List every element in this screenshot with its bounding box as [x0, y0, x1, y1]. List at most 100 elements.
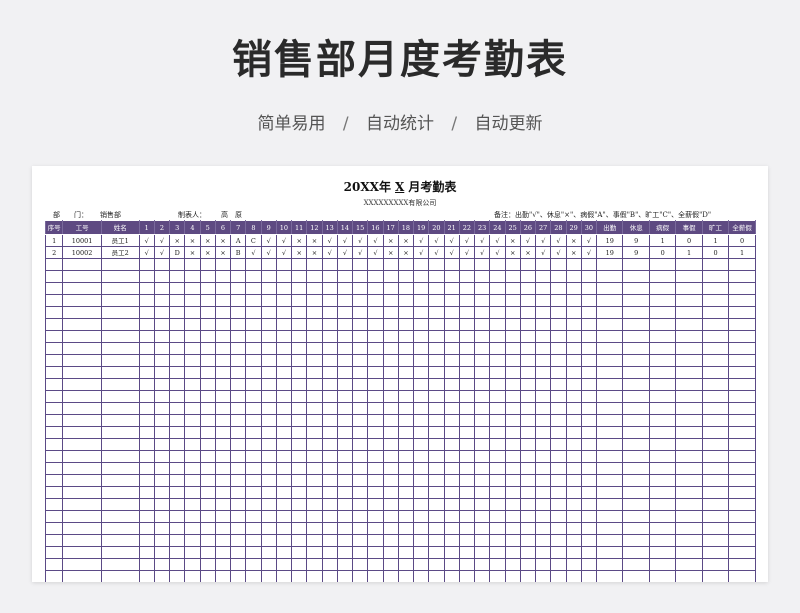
cell-empty[interactable]	[565, 282, 582, 295]
cell-empty[interactable]	[489, 558, 506, 571]
cell-empty[interactable]	[153, 342, 171, 355]
cell-empty[interactable]	[580, 342, 598, 355]
cell-empty[interactable]	[306, 366, 323, 379]
cell-empty[interactable]	[458, 330, 476, 343]
cell-empty[interactable]	[550, 570, 567, 582]
cell-empty[interactable]	[596, 426, 624, 439]
cell-empty[interactable]	[336, 306, 354, 319]
cell-empty[interactable]	[565, 510, 582, 523]
cell-empty[interactable]	[675, 462, 703, 475]
cell-empty[interactable]	[367, 366, 384, 379]
cell-empty[interactable]	[397, 438, 415, 451]
cell-empty[interactable]	[260, 330, 277, 343]
cell-empty[interactable]	[413, 498, 430, 511]
cell-empty[interactable]	[504, 558, 521, 571]
cell-empty[interactable]	[138, 498, 155, 511]
cell-day[interactable]: √	[138, 234, 155, 247]
cell-empty[interactable]	[62, 378, 102, 391]
cell-empty[interactable]	[489, 282, 506, 295]
cell-empty[interactable]	[458, 342, 476, 355]
cell-empty[interactable]	[504, 570, 521, 582]
cell-empty[interactable]	[199, 294, 216, 307]
cell-empty[interactable]	[489, 258, 506, 271]
cell-summary[interactable]: 1	[675, 246, 703, 259]
cell-day[interactable]: ×	[199, 246, 216, 259]
cell-empty[interactable]	[199, 414, 216, 427]
cell-empty[interactable]	[675, 510, 703, 523]
cell-empty[interactable]	[458, 486, 476, 499]
cell-empty[interactable]	[336, 522, 354, 535]
cell-empty[interactable]	[550, 378, 567, 391]
cell-empty[interactable]	[413, 486, 430, 499]
cell-empty[interactable]	[474, 342, 491, 355]
cell-empty[interactable]	[580, 330, 598, 343]
cell-empty[interactable]	[550, 450, 567, 463]
cell-empty[interactable]	[62, 294, 102, 307]
cell-empty[interactable]	[169, 402, 186, 415]
cell-empty[interactable]	[275, 306, 293, 319]
cell-empty[interactable]	[428, 270, 445, 283]
cell-empty[interactable]	[138, 546, 155, 559]
cell-empty[interactable]	[489, 402, 506, 415]
cell-empty[interactable]	[367, 390, 384, 403]
cell-empty[interactable]	[443, 426, 460, 439]
cell-empty[interactable]	[474, 366, 491, 379]
cell-empty[interactable]	[550, 306, 567, 319]
cell-empty[interactable]	[306, 438, 323, 451]
cell-empty[interactable]	[443, 510, 460, 523]
cell-empty[interactable]	[45, 558, 64, 571]
cell-empty[interactable]	[648, 426, 677, 439]
cell-empty[interactable]	[169, 438, 186, 451]
cell-empty[interactable]	[260, 258, 277, 271]
cell-empty[interactable]	[519, 414, 537, 427]
cell-empty[interactable]	[565, 378, 582, 391]
cell-empty[interactable]	[275, 414, 293, 427]
cell-empty[interactable]	[199, 450, 216, 463]
cell-empty[interactable]	[580, 426, 598, 439]
cell-empty[interactable]	[648, 390, 677, 403]
cell-empty[interactable]	[62, 306, 102, 319]
cell-empty[interactable]	[45, 414, 64, 427]
cell-empty[interactable]	[701, 546, 730, 559]
cell-empty[interactable]	[428, 390, 445, 403]
cell-empty[interactable]	[565, 474, 582, 487]
cell-empty[interactable]	[728, 486, 756, 499]
cell-empty[interactable]	[550, 342, 567, 355]
cell-empty[interactable]	[306, 414, 323, 427]
cell-day[interactable]: ×	[291, 246, 308, 259]
cell-empty[interactable]	[489, 522, 506, 535]
cell-empty[interactable]	[382, 258, 399, 271]
cell-empty[interactable]	[458, 558, 476, 571]
cell-empty[interactable]	[565, 522, 582, 535]
cell-empty[interactable]	[728, 282, 756, 295]
cell-empty[interactable]	[474, 390, 491, 403]
cell-empty[interactable]	[291, 354, 308, 367]
cell-empty[interactable]	[397, 306, 415, 319]
cell-empty[interactable]	[321, 354, 338, 367]
cell-empty[interactable]	[245, 510, 262, 523]
cell-empty[interactable]	[138, 366, 155, 379]
cell-empty[interactable]	[214, 498, 232, 511]
cell-empty[interactable]	[701, 474, 730, 487]
cell-empty[interactable]	[382, 558, 399, 571]
cell-summary[interactable]: 0	[675, 234, 703, 247]
cell-empty[interactable]	[458, 462, 476, 475]
cell-empty[interactable]	[367, 498, 384, 511]
cell-empty[interactable]	[184, 294, 201, 307]
cell-day[interactable]: √	[580, 234, 598, 247]
cell-empty[interactable]	[138, 306, 155, 319]
cell-empty[interactable]	[199, 378, 216, 391]
cell-empty[interactable]	[184, 450, 201, 463]
cell-empty[interactable]	[443, 558, 460, 571]
cell-empty[interactable]	[413, 534, 430, 547]
cell-empty[interactable]	[260, 546, 277, 559]
cell-empty[interactable]	[214, 474, 232, 487]
cell-day[interactable]: √	[474, 246, 491, 259]
cell-empty[interactable]	[458, 390, 476, 403]
cell-empty[interactable]	[622, 294, 650, 307]
cell-empty[interactable]	[504, 414, 521, 427]
cell-empty[interactable]	[580, 282, 598, 295]
cell-empty[interactable]	[701, 426, 730, 439]
cell-empty[interactable]	[550, 402, 567, 415]
cell-empty[interactable]	[550, 546, 567, 559]
